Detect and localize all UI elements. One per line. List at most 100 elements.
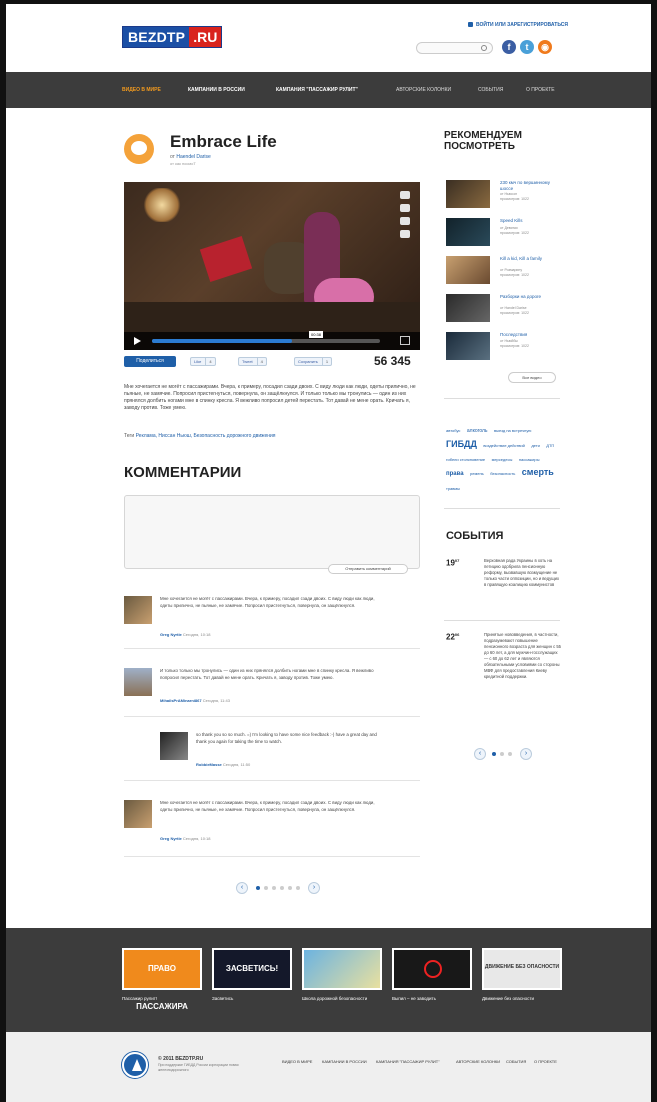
nav-item-author-columns[interactable]: АВТОРСКИЕ КОЛОНКИ — [396, 87, 451, 93]
banner-image: ПРАВО ПАССАЖИРА — [122, 948, 202, 1011]
recommended-title-link[interactable]: 230 кмч по вершинному шоссе — [500, 180, 562, 191]
comment-author[interactable]: Greg Nyrtle — [160, 836, 182, 841]
event-item[interactable]: 2206 Принятые нововведения, в частности,… — [446, 632, 562, 732]
share-icon[interactable] — [400, 217, 410, 225]
comment-reply: so thank you so so much. =) I'm looking … — [160, 732, 420, 796]
video-thumbnail[interactable] — [446, 218, 490, 246]
banner-dont-drink[interactable]: Выпил – не заводить — [392, 948, 472, 1002]
avatar[interactable] — [124, 668, 152, 696]
banner-pravo[interactable]: ПРАВО ПАССАЖИРА Пассажир рулит! — [122, 948, 202, 1011]
page-dot[interactable] — [264, 886, 268, 890]
prev-event-button[interactable]: ‹ — [474, 748, 486, 760]
page-dot[interactable] — [272, 886, 276, 890]
tag-cloud-item[interactable]: права — [446, 471, 464, 477]
nav-item-events[interactable]: СОБЫТИЯ — [478, 87, 503, 93]
recommended-title-link[interactable]: Kill a kid, Kill a family — [500, 256, 562, 262]
recommended-item[interactable]: Kill a kid, Kill a family от Розмарину п… — [446, 256, 562, 284]
video-thumbnail[interactable] — [446, 256, 490, 284]
gibdd-logo-icon[interactable] — [122, 1052, 148, 1078]
fullscreen-icon[interactable] — [400, 336, 410, 345]
comment-author[interactable]: MihailsPrAMinarni867 — [160, 698, 202, 703]
comment-author[interactable]: Greg Nyrtle — [160, 632, 182, 637]
banner-zasvetis[interactable]: ЗАСВЕТИСЬ! Засветись — [212, 948, 292, 1002]
banner-school[interactable]: Школа дорожной безопасности — [302, 948, 382, 1002]
vk-label: Сохранить — [298, 359, 318, 364]
author-link[interactable]: Haendel Darise — [176, 154, 210, 160]
next-page-button[interactable]: › — [308, 882, 320, 894]
facebook-icon[interactable]: f — [502, 40, 516, 54]
search-icon[interactable] — [481, 45, 487, 51]
clock-icon[interactable] — [400, 204, 410, 212]
footer-nav-campaigns-russia[interactable]: КАМПАНИИ В РОССИИ — [322, 1059, 367, 1064]
tag-cloud-item[interactable]: гибели столкновение — [446, 457, 485, 462]
share-button[interactable]: Поделиться — [124, 356, 176, 367]
video-thumbnail[interactable] — [446, 294, 490, 322]
rss-icon[interactable]: ◉ — [538, 40, 552, 54]
vk-count: 1 — [321, 358, 328, 366]
footer-nav-video-world[interactable]: ВИДЕО В МИРЕ — [282, 1059, 312, 1064]
send-comment-button[interactable]: Отправить комментарий — [328, 564, 408, 574]
recommended-title-link[interactable]: Последствия — [500, 332, 562, 338]
nav-item-video-world[interactable]: ВИДЕО В МИРЕ — [122, 87, 161, 93]
tag-cloud-item[interactable]: смерть — [522, 467, 554, 477]
nav-item-about[interactable]: О ПРОЕКТЕ — [526, 87, 555, 93]
page-dot[interactable] — [508, 752, 512, 756]
avatar[interactable] — [124, 596, 152, 624]
tag-cloud-item[interactable]: автобус — [446, 428, 460, 433]
video-progress-bar[interactable]: 00:38 — [152, 331, 380, 343]
tag-cloud-item[interactable]: выезд на встречную — [494, 428, 531, 433]
tag-cloud-item[interactable]: безопасность — [490, 471, 515, 476]
page-dot[interactable] — [296, 886, 300, 890]
page-dot[interactable] — [280, 886, 284, 890]
nav-item-campaigns-russia[interactable]: КАМПАНИИ В РОССИИ — [188, 87, 245, 93]
recommended-item[interactable]: Speed Kills от Девятки просмотров: 1022 — [446, 218, 562, 246]
tag-cloud-item[interactable]: алкоголь — [467, 428, 488, 434]
comment-author[interactable]: RobbieMasse — [196, 762, 222, 767]
recommended-title-link[interactable]: Speed Kills — [500, 218, 562, 224]
footer-nav-about[interactable]: О ПРОЕКТЕ — [534, 1059, 557, 1064]
footer-nav-events[interactable]: СОБЫТИЯ — [506, 1059, 526, 1064]
facebook-like-button[interactable]: Like 4 — [190, 357, 216, 366]
nav-item-passenger-campaign[interactable]: КАМПАНИЯ "ПАССАЖИР РУЛИТ" — [276, 87, 358, 93]
video-thumbnail[interactable] — [446, 332, 490, 360]
avatar[interactable] — [160, 732, 188, 760]
hd-icon[interactable] — [400, 230, 410, 238]
banner-caption: Выпил – не заводить — [392, 996, 436, 1001]
heart-icon[interactable] — [400, 191, 410, 199]
tag-cloud-item[interactable]: мерседесы — [492, 457, 513, 462]
recommended-item[interactable]: Разборки на дороге от Handel Darise прос… — [446, 294, 562, 322]
search-input[interactable] — [416, 42, 493, 54]
comment-textarea[interactable] — [124, 495, 420, 569]
footer-nav-columns[interactable]: АВТОРСКИЕ КОЛОНКИ — [456, 1059, 500, 1064]
tag-cloud-item[interactable]: ДТП — [546, 443, 554, 448]
event-item[interactable]: 1907 Верховная рада Украины в хоть на пе… — [446, 558, 562, 614]
video-player[interactable]: 00:38 — [124, 182, 420, 350]
play-icon[interactable] — [134, 337, 141, 345]
page-dot[interactable] — [500, 752, 504, 756]
video-thumbnail[interactable] — [446, 180, 490, 208]
page-dot[interactable] — [492, 752, 496, 756]
recommended-item[interactable]: 230 кмч по вершинному шоссе от Ньюсон пр… — [446, 180, 562, 208]
login-link[interactable]: ВОЙТИ ИЛИ ЗАРЕГИСТРИРОВАТЬСЯ — [468, 22, 568, 28]
recommended-item[interactable]: Последствия от Ньюйбы просмотров: 1022 — [446, 332, 562, 360]
twitter-icon[interactable]: t — [520, 40, 534, 54]
tweet-button[interactable]: Tweet 4 — [238, 357, 267, 366]
footer-nav-passenger[interactable]: КАМПАНИЯ "ПАССАЖИР РУЛИТ" — [376, 1059, 440, 1064]
next-event-button[interactable]: › — [520, 748, 532, 760]
tag-cloud-item[interactable]: ремень — [470, 471, 484, 476]
page-dot[interactable] — [288, 886, 292, 890]
tag-cloud-item[interactable]: пассажиры — [519, 457, 540, 462]
tag-links[interactable]: Реклама, Ниссан Ньюш, Безопасность дорож… — [136, 433, 276, 439]
banner-movement[interactable]: ДВИЖЕНИЕ БЕЗ ОПАСНОСТИ Движение без опас… — [482, 948, 562, 1002]
page-dot[interactable] — [256, 886, 260, 890]
tag-cloud-item[interactable]: ГИБДД — [446, 439, 477, 449]
tag-cloud-item[interactable]: дети — [531, 443, 540, 448]
recommended-title-link[interactable]: Разборки на дороге — [500, 294, 562, 300]
tag-cloud-item[interactable]: воздействие действий — [483, 443, 525, 448]
all-videos-button[interactable]: Все видео — [508, 372, 556, 383]
vk-save-button[interactable]: Сохранить 1 — [294, 357, 333, 366]
avatar[interactable] — [124, 800, 152, 828]
prev-page-button[interactable]: ‹ — [236, 882, 248, 894]
tag-cloud-item[interactable]: травмы — [446, 486, 460, 491]
site-logo[interactable]: BEZDTP .RU — [122, 26, 223, 48]
